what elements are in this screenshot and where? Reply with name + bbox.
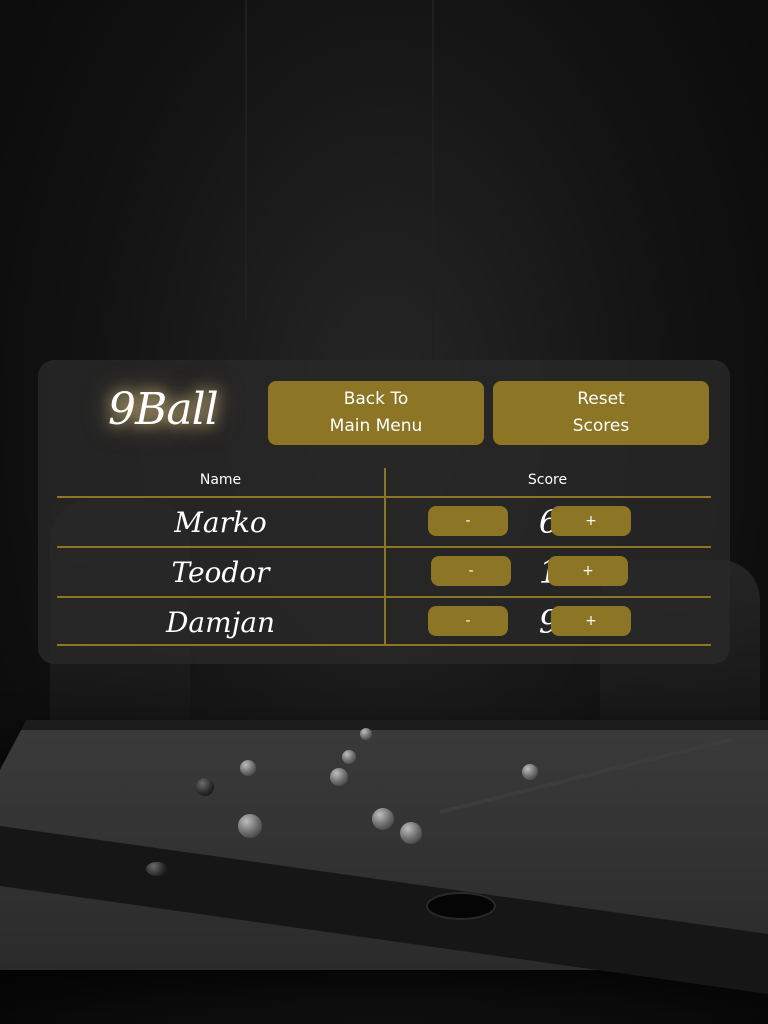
- logo-word: Ball: [135, 383, 219, 435]
- game-logo: 9 Ball: [108, 378, 228, 440]
- lamp-chain: [245, 0, 247, 320]
- decrement-score-button[interactable]: -: [431, 556, 511, 586]
- table-row: Damjan - 9 +: [57, 596, 711, 646]
- score-table-header: Name Score: [57, 468, 711, 496]
- score-cell: - 9 +: [386, 598, 711, 646]
- decrement-score-button[interactable]: -: [428, 606, 508, 636]
- pool-ball: [238, 814, 262, 838]
- player-name: Teodor: [171, 555, 270, 589]
- increment-score-button[interactable]: +: [551, 506, 631, 536]
- back-button-line1: Back To: [343, 389, 409, 409]
- pool-ball: [372, 808, 394, 830]
- score-table: Name Score Marko - 6 + Teodor - 1 + Damj…: [57, 468, 711, 646]
- logo-number: 9: [108, 383, 136, 435]
- pool-ball: [522, 764, 538, 780]
- player-name: Damjan: [165, 605, 276, 639]
- pool-ball: [360, 728, 372, 740]
- score-cell: - 6 +: [386, 498, 711, 546]
- increment-score-button[interactable]: +: [548, 556, 628, 586]
- reset-button-line1: Reset: [577, 389, 625, 409]
- back-button-line2: Main Menu: [329, 416, 423, 436]
- pool-ball: [196, 778, 214, 796]
- player-name: Marko: [174, 505, 267, 539]
- pool-ball: [342, 750, 356, 764]
- decrement-score-button[interactable]: -: [428, 506, 508, 536]
- reset-scores-button[interactable]: Reset Scores: [493, 381, 709, 445]
- score-cell: - 1 +: [386, 548, 711, 596]
- pool-ball: [240, 760, 256, 776]
- name-column-header: Name: [199, 472, 242, 488]
- pool-ball: [330, 768, 348, 786]
- lamp-chain: [432, 0, 434, 360]
- table-pocket: [426, 892, 496, 920]
- back-to-main-menu-button[interactable]: Back To Main Menu: [268, 381, 484, 445]
- scoreboard-panel: 9 Ball Back To Main Menu Reset Scores Na…: [38, 360, 730, 664]
- pool-ball: [400, 822, 422, 844]
- table-row: Teodor - 1 +: [57, 546, 711, 596]
- pool-ball: [146, 862, 168, 876]
- table-row: Marko - 6 +: [57, 496, 711, 546]
- reset-button-line2: Scores: [572, 416, 630, 436]
- increment-score-button[interactable]: +: [551, 606, 631, 636]
- score-column-header: Score: [527, 472, 568, 488]
